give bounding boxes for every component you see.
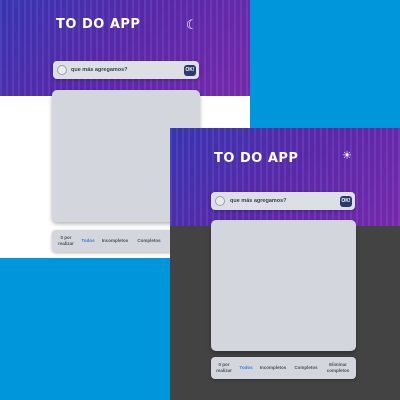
filter-complete[interactable]: Completos: [132, 238, 166, 244]
filter-all[interactable]: Todos: [78, 238, 98, 244]
filter-incomplete[interactable]: Incompletos: [256, 365, 290, 371]
items-left-count: 0 por realizar: [216, 362, 232, 373]
app-title: TO DO APP: [56, 17, 141, 32]
filter-all[interactable]: Todos: [236, 365, 256, 371]
new-todo-bar: que más agregamos? OK!: [53, 61, 199, 79]
filter-footer: 0 por realizar Todos Incompletos Complet…: [211, 357, 356, 379]
new-todo-input[interactable]: que más agregamos?: [71, 67, 184, 73]
ok-button[interactable]: OK!: [340, 195, 352, 207]
header-banner: [170, 128, 400, 226]
moon-icon[interactable]: ☾: [186, 18, 198, 31]
dark-theme-preview: TO DO APP ☀ que más agregamos? OK! 0 por…: [170, 128, 400, 400]
items-left-count: 0 por realizar: [58, 235, 74, 246]
ok-button[interactable]: OK!: [184, 64, 196, 76]
toggle-all-checkbox[interactable]: [57, 65, 67, 75]
filter-complete[interactable]: Completos: [290, 365, 322, 371]
new-todo-bar: que más agregamos? OK!: [211, 192, 355, 210]
app-title: TO DO APP: [214, 151, 299, 166]
clear-completed-button[interactable]: Eliminar completos: [322, 362, 354, 373]
toggle-all-checkbox[interactable]: [215, 196, 225, 206]
sun-icon[interactable]: ☀: [342, 151, 352, 162]
filter-incomplete[interactable]: Incompletos: [98, 238, 132, 244]
new-todo-input[interactable]: que más agregamos?: [230, 198, 340, 204]
header-banner: [0, 0, 250, 96]
todo-list: [211, 220, 356, 351]
